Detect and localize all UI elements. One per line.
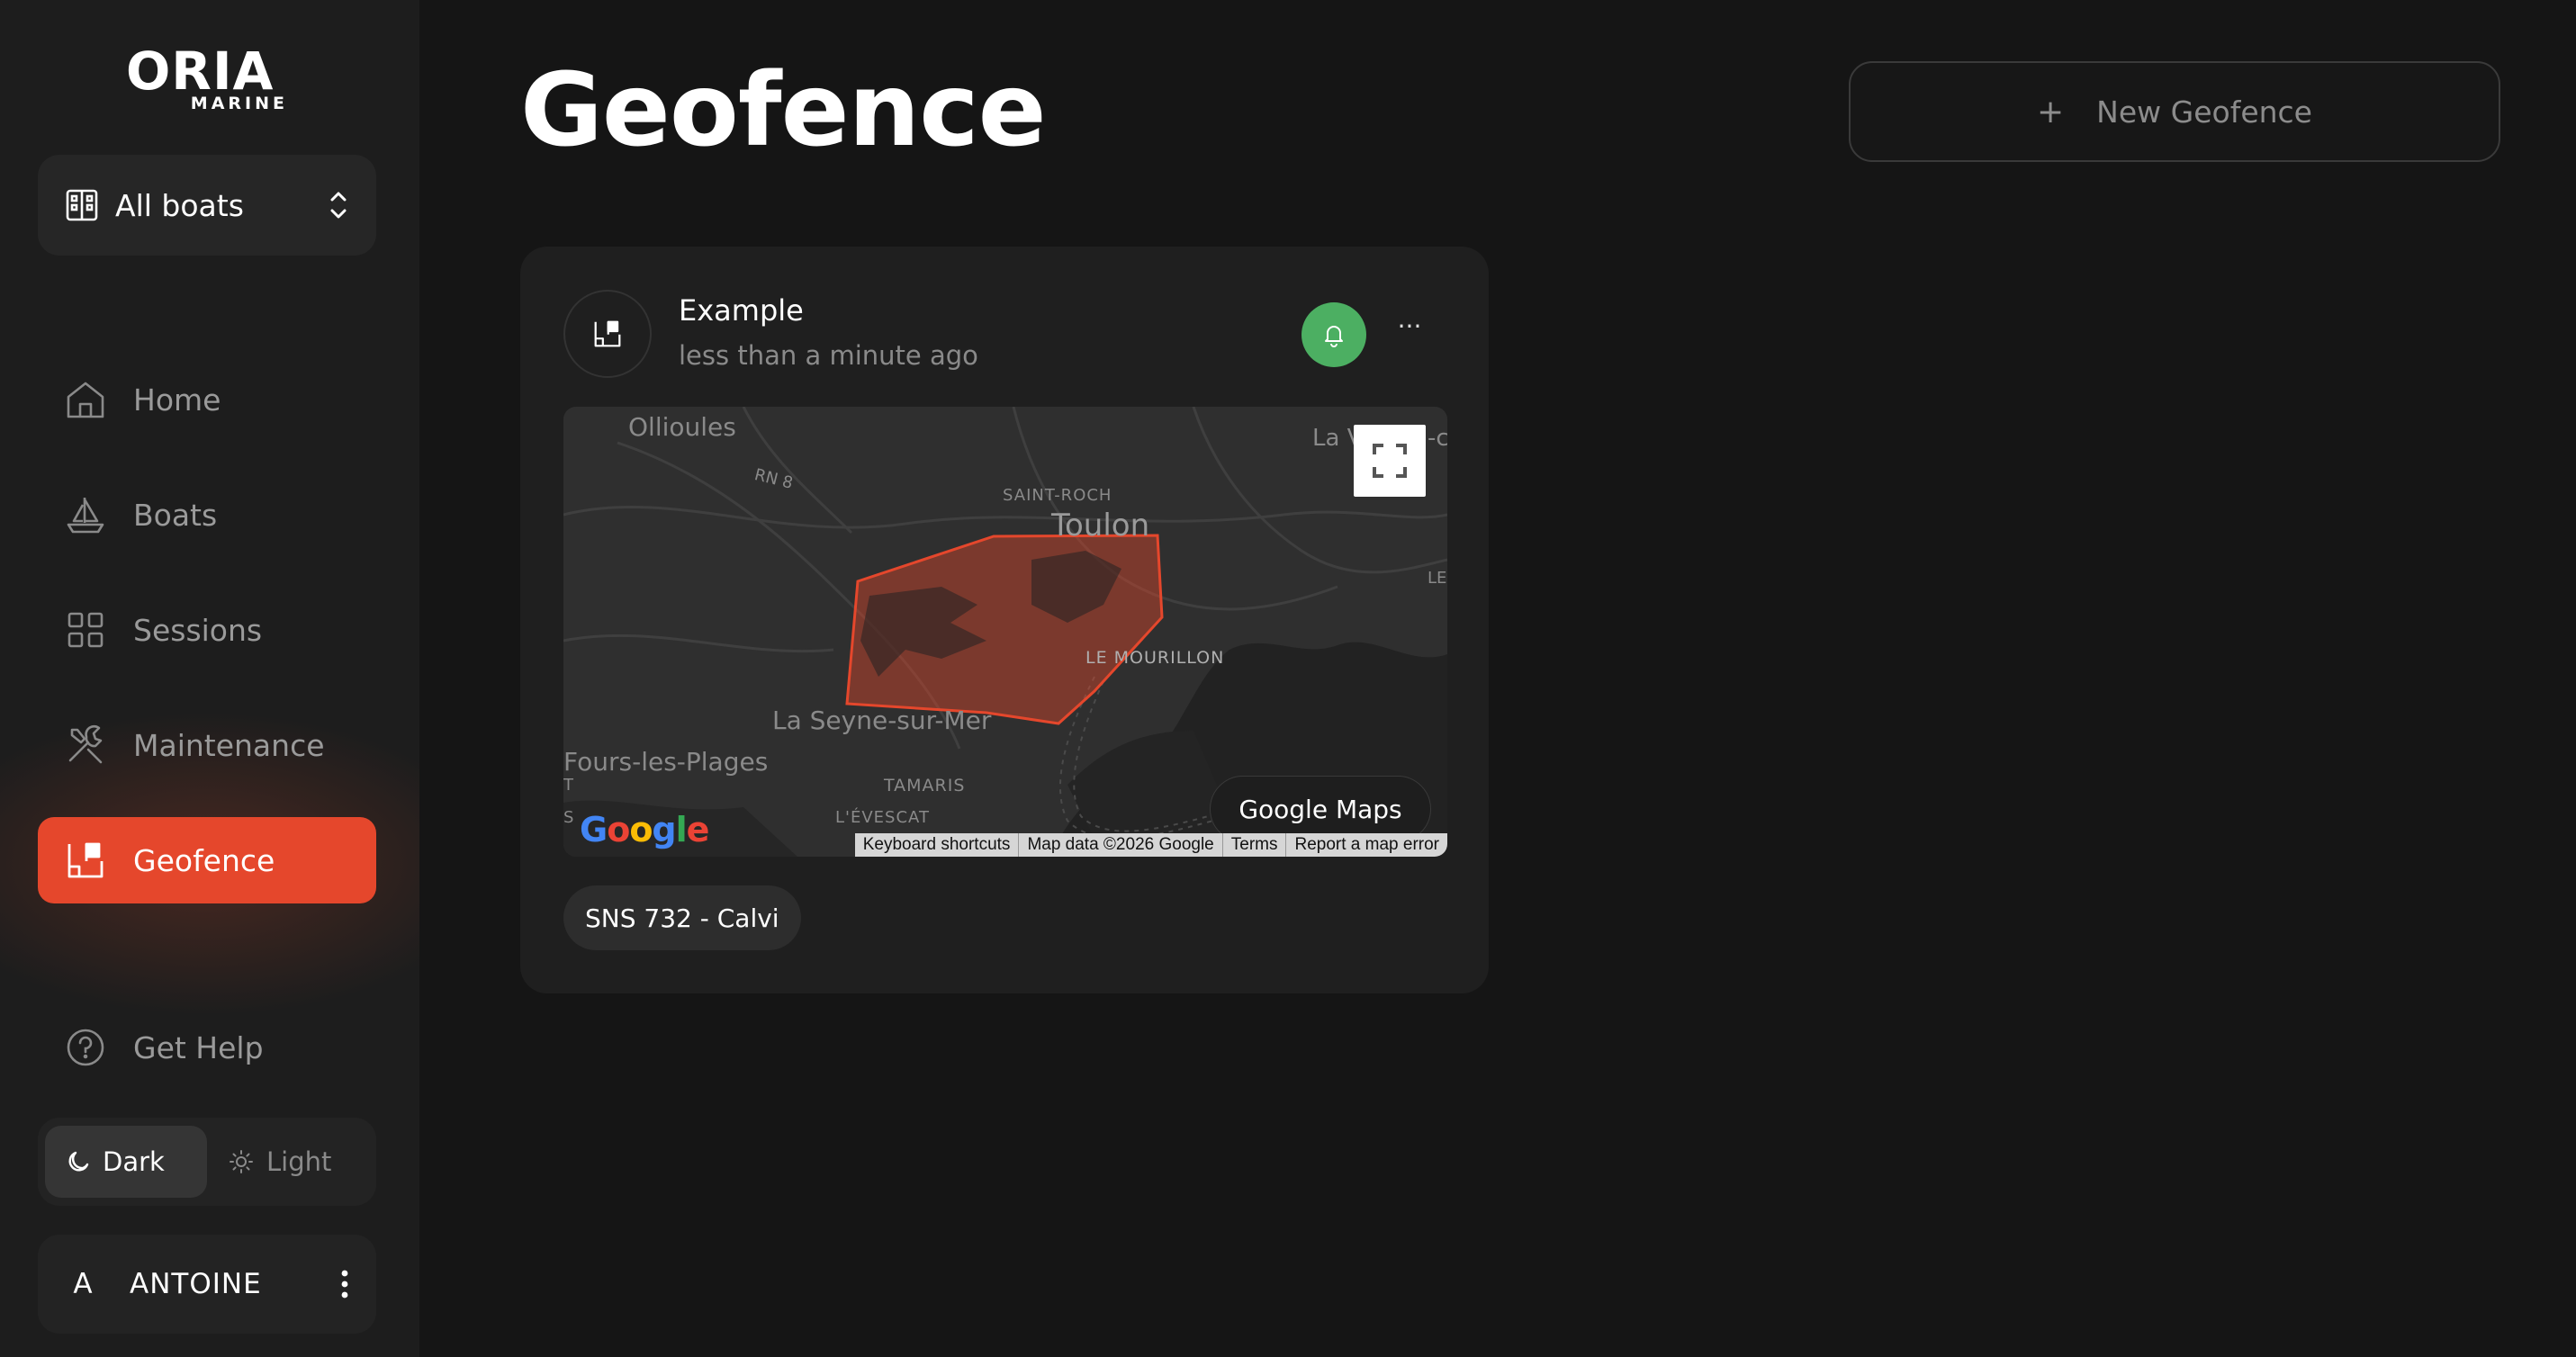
fullscreen-button[interactable] [1354, 425, 1426, 497]
sidebar-item-label: Boats [133, 497, 218, 533]
home-icon [65, 379, 106, 420]
geofence-map[interactable]: Ollioules RN 8 SAINT-ROCH Toulon La V -c… [563, 407, 1447, 857]
alerts-toggle-button[interactable] [1302, 302, 1366, 367]
sidebar: ORIA MARINE All boats Home Boats Session… [0, 0, 419, 1357]
fullscreen-icon [1372, 443, 1408, 479]
map-attribution: Keyboard shortcuts Map data ©2026 Google… [854, 833, 1447, 857]
bell-icon [1321, 322, 1347, 347]
map-label-t: T [563, 776, 573, 795]
boat-tag[interactable]: SNS 732 - Calvi [563, 885, 801, 950]
plus-icon: + [2037, 93, 2065, 130]
vertical-dots-icon[interactable] [340, 1269, 349, 1299]
user-menu[interactable]: A ANTOINE [38, 1235, 376, 1334]
moon-icon [67, 1150, 90, 1173]
theme-light-label: Light [266, 1146, 332, 1177]
theme-dark-button[interactable]: Dark [45, 1126, 207, 1198]
sun-icon [229, 1149, 254, 1174]
sidebar-item-sessions[interactable]: Sessions [38, 587, 376, 673]
map-label-ollioules: Ollioules [628, 412, 736, 442]
geofence-card[interactable]: Example less than a minute ago ··· Ollio… [520, 247, 1489, 993]
map-label-c: -c [1428, 425, 1447, 452]
geofence-map-icon [65, 840, 106, 881]
map-label-fours-les-plages: Fours-les-Plages [563, 747, 769, 777]
sidebar-item-maintenance[interactable]: Maintenance [38, 702, 376, 788]
report-map-error-link[interactable]: Report a map error [1285, 833, 1447, 857]
geofence-title: Example [679, 293, 804, 328]
map-label-saint-roch: SAINT-ROCH [1003, 486, 1112, 505]
theme-light-button[interactable]: Light [207, 1126, 353, 1198]
grid-icon [65, 609, 106, 651]
keyboard-shortcuts-link[interactable]: Keyboard shortcuts [855, 833, 1019, 857]
map-label-toulon: Toulon [1051, 508, 1150, 544]
avatar: A [73, 1268, 93, 1300]
boat-selector-label: All boats [115, 187, 244, 223]
help-circle-icon [65, 1027, 106, 1068]
building-icon [65, 188, 99, 222]
map-label-tamaris: TAMARIS [884, 776, 966, 795]
more-options-button[interactable]: ··· [1392, 313, 1428, 349]
map-label-le: LE [1428, 569, 1447, 588]
geofence-map-icon [592, 319, 623, 349]
map-label-le-mourillon: LE MOURILLON [1085, 648, 1225, 668]
sidebar-item-geofence[interactable]: Geofence [38, 817, 376, 903]
sidebar-item-boats[interactable]: Boats [38, 472, 376, 558]
page-title: Geofence [520, 52, 1047, 169]
brand-logo[interactable]: ORIA MARINE [126, 45, 288, 117]
map-data-text: Map data ©2026 Google [1018, 833, 1221, 857]
get-help-label: Get Help [133, 1029, 264, 1065]
geofence-card-icon [563, 290, 652, 378]
sidebar-item-label: Home [133, 382, 221, 418]
sailboat-icon [65, 494, 106, 535]
get-help-link[interactable]: Get Help [38, 1004, 376, 1091]
app-root: ORIA MARINE All boats Home Boats Session… [0, 0, 2576, 1357]
brand-name: ORIA [126, 40, 275, 102]
tools-icon [65, 724, 106, 766]
geofence-timestamp: less than a minute ago [679, 340, 978, 371]
google-logo: Google [580, 810, 709, 849]
new-geofence-button[interactable]: + New Geofence [1849, 61, 2500, 162]
theme-toggle: Dark Light [38, 1118, 376, 1206]
boat-selector[interactable]: All boats [38, 155, 376, 256]
terms-link[interactable]: Terms [1221, 833, 1286, 857]
theme-dark-label: Dark [103, 1146, 165, 1177]
map-label-levescat: L'ÉVESCAT [835, 808, 930, 827]
sidebar-item-label: Geofence [133, 842, 275, 878]
brand-sub: MARINE [190, 94, 288, 113]
sidebar-item-label: Maintenance [133, 727, 325, 763]
new-geofence-label: New Geofence [2096, 94, 2312, 130]
map-label-s: S [563, 808, 574, 827]
sidebar-item-label: Sessions [133, 612, 263, 648]
sidebar-item-home[interactable]: Home [38, 356, 376, 443]
google-maps-button[interactable]: Google Maps [1210, 776, 1431, 842]
map-label-la-seyne: La Seyne-sur-Mer [772, 705, 992, 735]
chevron-up-down-icon [328, 189, 349, 221]
user-name: ANTOINE [130, 1268, 262, 1300]
